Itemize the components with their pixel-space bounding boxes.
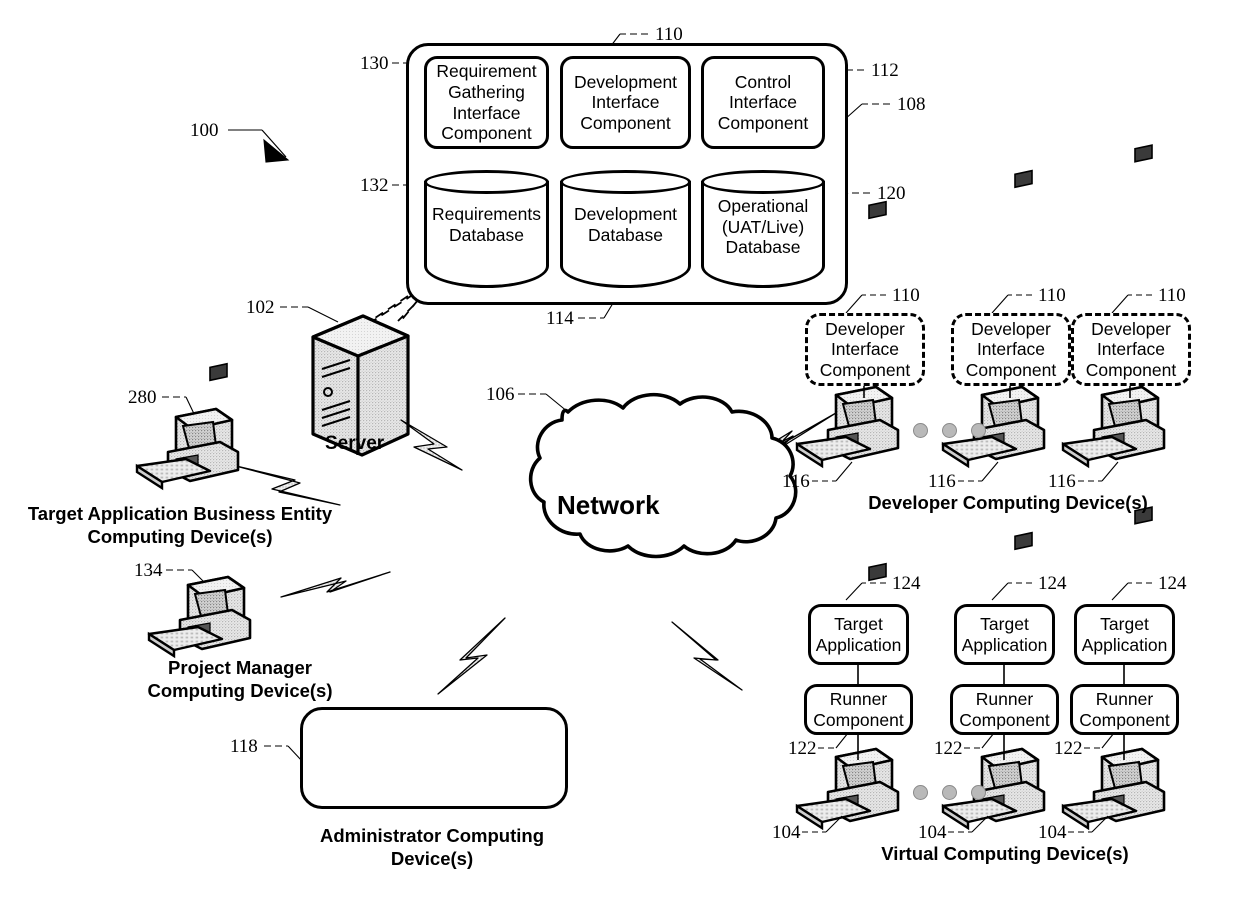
administrator-devices-container [300, 707, 568, 809]
ref-116-dev-3: 116 [1048, 471, 1076, 492]
developer-interface-component-1[interactable]: Developer Interface Component [805, 313, 925, 386]
cylinder-top [424, 170, 549, 194]
ref-110-dev-2: 110 [1038, 285, 1066, 306]
ref-116-dev-2: 116 [928, 471, 956, 492]
virtual-devices-caption: Virtual Computing Device(s) [881, 843, 1129, 864]
project-manager-caption: Project Manager Computing Device(s) [110, 657, 370, 702]
component-label: Target Application [1081, 613, 1168, 655]
caption-line-1: Administrator Computing [319, 825, 545, 846]
component-label: Developer Interface Component [819, 318, 911, 380]
component-label: Runner Component [1079, 688, 1170, 730]
ref-130: 130 [360, 53, 389, 74]
ref-108: 108 [897, 94, 926, 115]
administrator-caption: Administrator Computing Device(s) [296, 825, 568, 870]
database-label: Requirements Database [432, 204, 541, 245]
desktop-computer-icon-virtual-3 [1061, 506, 1166, 831]
runner-component-2[interactable]: Runner Component [950, 684, 1059, 735]
requirements-database[interactable]: Requirements Database [424, 170, 549, 288]
developer-ellipsis-dots [913, 423, 986, 438]
target-application-1[interactable]: Target Application [808, 604, 909, 665]
caption-line-1: Project Manager [168, 657, 312, 678]
desktop-computer-icon-project-manager [147, 575, 252, 659]
ref-104-vm-1: 104 [772, 822, 801, 843]
ref-100: 100 [190, 120, 219, 141]
cylinder-top [560, 170, 691, 194]
runner-component-1[interactable]: Runner Component [804, 684, 913, 735]
component-label: Control Interface Component [717, 71, 809, 133]
caption-line-1: Target Application Business Entity [27, 503, 333, 524]
figure-canvas: Requirement Gathering Interface Componen… [0, 0, 1240, 913]
cylinder-top [701, 170, 825, 194]
component-label: Target Application [961, 613, 1048, 655]
component-label: Runner Component [959, 688, 1050, 730]
caption-line-2: Computing Device(s) [87, 525, 273, 547]
operational-database[interactable]: Operational (UAT/Live) Database [701, 170, 825, 288]
developer-devices-caption: Developer Computing Device(s) [868, 492, 1148, 513]
component-label: Developer Interface Component [1085, 318, 1177, 380]
development-database[interactable]: Development Database [560, 170, 691, 288]
component-label: Development Interface Component [573, 71, 678, 133]
ref-122-vm-1: 122 [788, 738, 817, 759]
ref-120: 120 [877, 183, 906, 204]
runner-component-3[interactable]: Runner Component [1070, 684, 1179, 735]
ref-124-vm-3: 124 [1158, 573, 1187, 594]
requirement-gathering-interface-component[interactable]: Requirement Gathering Interface Componen… [424, 56, 549, 149]
component-label: Requirement Gathering Interface Componen… [436, 61, 537, 144]
component-label: Runner Component [813, 688, 904, 730]
ref-110-dev-1: 110 [892, 285, 920, 306]
network-label: Network [557, 490, 660, 520]
ref-280: 280 [128, 387, 157, 408]
component-label: Target Application [815, 613, 902, 655]
target-application-3[interactable]: Target Application [1074, 604, 1175, 665]
ref-122-vm-3: 122 [1054, 738, 1083, 759]
desktop-computer-icon-business-entity [135, 362, 240, 491]
ref-110-dev-3: 110 [1158, 285, 1186, 306]
ref-112: 112 [871, 60, 899, 81]
network-cloud-icon [528, 392, 798, 559]
database-label: Development Database [573, 204, 678, 245]
ref-102: 102 [246, 297, 275, 318]
caption-line-2: Device(s) [390, 847, 474, 869]
control-interface-component[interactable]: Control Interface Component [701, 56, 825, 149]
ref-106: 106 [486, 384, 515, 405]
ref-104-vm-3: 104 [1038, 822, 1067, 843]
server-label: Server [325, 433, 385, 454]
business-entity-caption: Target Application Business Entity Compu… [20, 503, 340, 548]
ref-124-vm-2: 124 [1038, 573, 1067, 594]
ref-122-vm-2: 122 [934, 738, 963, 759]
ref-118: 118 [230, 736, 258, 757]
ref-110-top: 110 [655, 24, 683, 45]
ref-124-vm-1: 124 [892, 573, 921, 594]
desktop-computer-icon-developer-3 [1061, 144, 1166, 469]
desktop-computer-icon-virtual-2 [941, 531, 1046, 831]
ref-134: 134 [134, 560, 163, 581]
component-label: Developer Interface Component [965, 318, 1057, 380]
ref-104-vm-2: 104 [918, 822, 947, 843]
ref-132: 132 [360, 175, 389, 196]
developer-interface-component-3[interactable]: Developer Interface Component [1071, 313, 1191, 386]
development-interface-component[interactable]: Development Interface Component [560, 56, 691, 149]
developer-interface-component-2[interactable]: Developer Interface Component [951, 313, 1071, 386]
target-application-2[interactable]: Target Application [954, 604, 1055, 665]
database-label: Operational (UAT/Live) Database [717, 196, 809, 258]
virtual-ellipsis-dots [913, 785, 986, 800]
caption-line-2: Computing Device(s) [147, 679, 333, 701]
ref-114: 114 [546, 308, 574, 329]
ref-116-dev-1: 116 [782, 471, 810, 492]
